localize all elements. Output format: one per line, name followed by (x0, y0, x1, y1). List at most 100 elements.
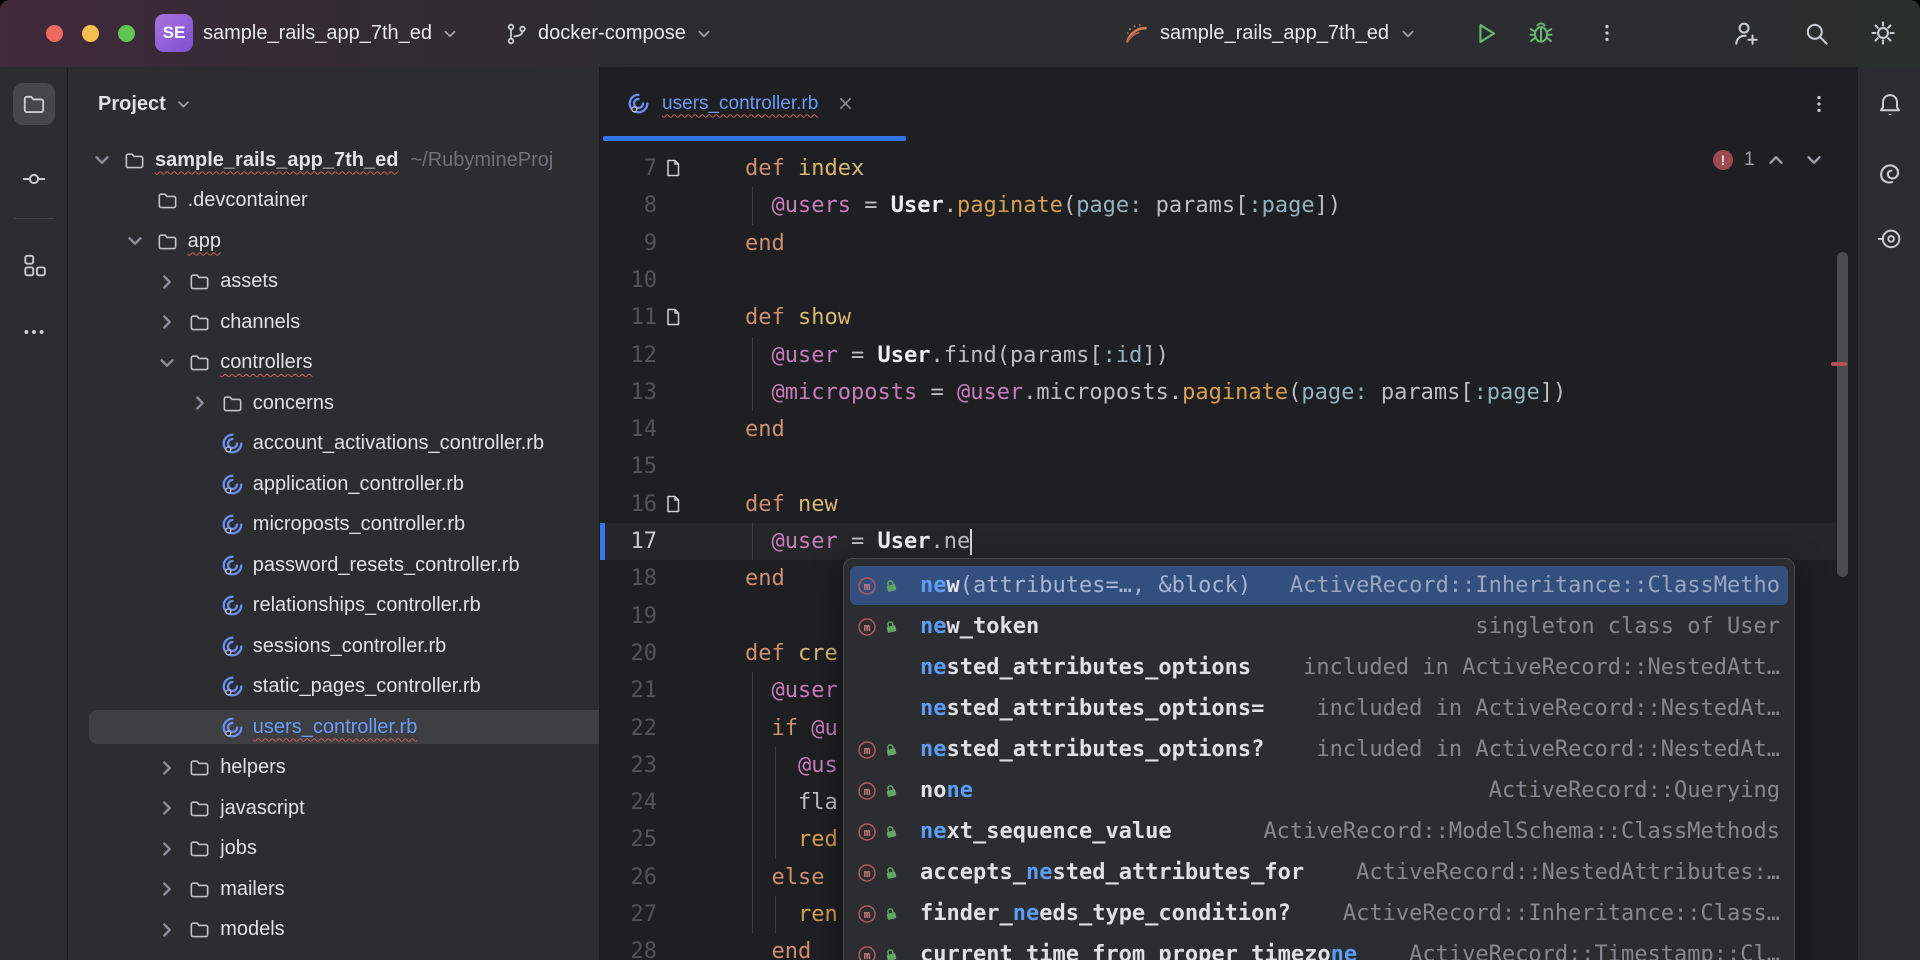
chevron-right-icon[interactable] (156, 919, 178, 941)
toolbar-button-run-tool-window[interactable] (1876, 226, 1904, 254)
code-text[interactable]: @user = User.find(params[:id]) (745, 337, 1169, 374)
debug-button[interactable] (1527, 19, 1555, 47)
lock-icon-spacer (883, 701, 899, 717)
code-text[interactable]: ren (745, 896, 838, 933)
code-text[interactable]: def cre (745, 635, 838, 672)
completion-item-new[interactable]: mnew(attributes=…, &block)ActiveRecord::… (844, 565, 1794, 606)
code-with-me-button[interactable] (1732, 19, 1761, 48)
right-toolbar (1857, 67, 1920, 960)
error-stripe-mark[interactable] (1831, 362, 1847, 366)
chevron-right-icon[interactable] (156, 838, 178, 860)
code-line-13: 13 @microposts = @user.microposts.pagina… (600, 374, 1836, 411)
next-error-button[interactable] (1803, 149, 1825, 171)
code-text[interactable]: @user (745, 672, 838, 709)
toolbar-button-commit-tool-window[interactable] (13, 158, 55, 200)
run-configuration-selector[interactable]: sample_rails_app_7th_ed (1123, 0, 1417, 67)
tree-item-account-activations-controller-rb[interactable]: account_activations_controller.rb (89, 427, 600, 461)
chevron-right-icon[interactable] (156, 757, 178, 779)
code-text[interactable]: def index (745, 150, 864, 187)
code-text[interactable]: else (745, 859, 824, 896)
tree-item-sample-rails-app-7th-ed[interactable]: sample_rails_app_7th_ed~/RubymineProj (89, 143, 587, 177)
code-text[interactable]: @microposts = @user.microposts.paginate(… (745, 374, 1566, 411)
editor-tab[interactable]: users_controller.rb (603, 67, 906, 140)
code-line-16: 16def new (600, 486, 1836, 523)
chevron-right-icon[interactable] (189, 392, 211, 414)
chevron-right-icon[interactable] (156, 311, 178, 333)
chevron-right-icon[interactable] (156, 878, 178, 900)
search-everywhere-button[interactable] (1803, 20, 1830, 47)
folder-icon (123, 149, 146, 172)
editor-scrollbar[interactable] (1837, 252, 1848, 577)
tree-item-application-controller-rb[interactable]: application_controller.rb (89, 467, 600, 501)
toolbar-button-structure-tool-window[interactable] (13, 244, 55, 286)
code-text[interactable]: end (745, 411, 785, 448)
completion-item-none[interactable]: mnoneActiveRecord::Querying (844, 770, 1794, 811)
completion-item-new_token[interactable]: mnew_tokensingleton class of User (844, 606, 1794, 647)
tree-item-helpers[interactable]: helpers (89, 751, 600, 785)
completion-item-nested_attributes_options?[interactable]: mnested_attributes_options?included in A… (844, 729, 1794, 770)
minimize-window-button[interactable] (82, 25, 99, 42)
code-text[interactable]: red (745, 821, 838, 858)
toolbar-button-notifications[interactable] (1876, 91, 1904, 119)
zoom-window-button[interactable] (118, 25, 135, 42)
run-button[interactable] (1472, 20, 1499, 47)
tree-item-models[interactable]: models (89, 913, 600, 947)
tree-item-javascript[interactable]: javascript (89, 791, 600, 825)
code-text[interactable]: fla (745, 784, 838, 821)
code-text[interactable]: if @u (745, 710, 838, 747)
tree-item-static-pages-controller-rb[interactable]: static_pages_controller.rb (89, 670, 600, 704)
chevron-down-icon[interactable] (124, 230, 146, 252)
close-tab-icon[interactable] (836, 94, 855, 113)
toolbar-button-ai-assistant[interactable] (1876, 158, 1904, 186)
editor-options-button[interactable] (1808, 93, 1830, 115)
completion-item-current_time_from_proper_timezone[interactable]: mcurrent_time_from_proper_timezoneActive… (844, 934, 1794, 960)
tree-item-users-controller-rb[interactable]: users_controller.rb (89, 710, 600, 744)
settings-button[interactable] (1869, 19, 1897, 47)
tree-item-app[interactable]: app (89, 224, 600, 258)
vcs-branch-selector[interactable]: docker-compose (505, 0, 713, 67)
tree-item-mailers[interactable]: mailers (89, 872, 600, 906)
code-text[interactable]: end (745, 560, 785, 597)
code-text[interactable]: @user = User.ne (745, 523, 970, 560)
more-actions-button[interactable] (1596, 22, 1618, 44)
chevron-down-icon[interactable] (156, 352, 178, 374)
tree-item-jobs[interactable]: jobs (89, 832, 600, 866)
tree-item-microposts-controller-rb[interactable]: microposts_controller.rb (89, 508, 600, 542)
gutter-file-icon[interactable] (663, 158, 683, 179)
close-window-button[interactable] (46, 25, 63, 42)
code-text[interactable]: def show (745, 299, 851, 336)
gutter-file-icon[interactable] (663, 494, 683, 515)
tree-item-label: users_controller.rb (253, 716, 418, 739)
code-text[interactable]: end (745, 933, 811, 960)
tree-item-assets[interactable]: assets (89, 265, 600, 299)
gutter-file-icon[interactable] (663, 307, 683, 328)
project-avatar[interactable]: SE (155, 14, 193, 52)
code-text[interactable]: end (745, 225, 785, 262)
tree-item-controllers[interactable]: controllers (89, 346, 600, 380)
tree-item-relationships-controller-rb[interactable]: relationships_controller.rb (89, 589, 600, 623)
project-panel-header[interactable]: Project (98, 87, 192, 121)
previous-error-button[interactable] (1765, 149, 1787, 171)
completion-item-nested_attributes_options[interactable]: nested_attributes_optionsincluded in Act… (844, 647, 1794, 688)
completion-item-accepts_nested_attributes_for[interactable]: maccepts_nested_attributes_forActiveReco… (844, 852, 1794, 893)
inspections-widget[interactable]: ! 1 (1712, 146, 1825, 174)
code-text[interactable]: def new (745, 486, 838, 523)
project-selector[interactable]: sample_rails_app_7th_ed (203, 0, 459, 67)
code-text[interactable]: @us (745, 747, 838, 784)
code-text[interactable]: @users = User.paginate(page: params[:pag… (745, 187, 1341, 224)
chevron-right-icon[interactable] (156, 271, 178, 293)
token: :page (1474, 380, 1540, 405)
tree-item-channels[interactable]: channels (89, 305, 600, 339)
completion-item-next_sequence_value[interactable]: mnext_sequence_valueActiveRecord::ModelS… (844, 811, 1794, 852)
toolbar-button-more-tool-windows[interactable] (13, 311, 55, 353)
indent-guide (752, 523, 753, 560)
tree-item--devcontainer[interactable]: .devcontainer (89, 184, 600, 218)
completion-item-finder_needs_type_condition?[interactable]: mfinder_needs_type_condition?ActiveRecor… (844, 893, 1794, 934)
chevron-right-icon[interactable] (156, 797, 178, 819)
toolbar-button-project-tool-window[interactable] (13, 83, 55, 125)
tree-item-concerns[interactable]: concerns (89, 386, 600, 420)
tree-item-password-resets-controller-rb[interactable]: password_resets_controller.rb (89, 548, 600, 582)
tree-item-sessions-controller-rb[interactable]: sessions_controller.rb (89, 629, 600, 663)
completion-item-nested_attributes_options=[interactable]: nested_attributes_options=included in Ac… (844, 688, 1794, 729)
chevron-down-icon[interactable] (91, 149, 113, 171)
